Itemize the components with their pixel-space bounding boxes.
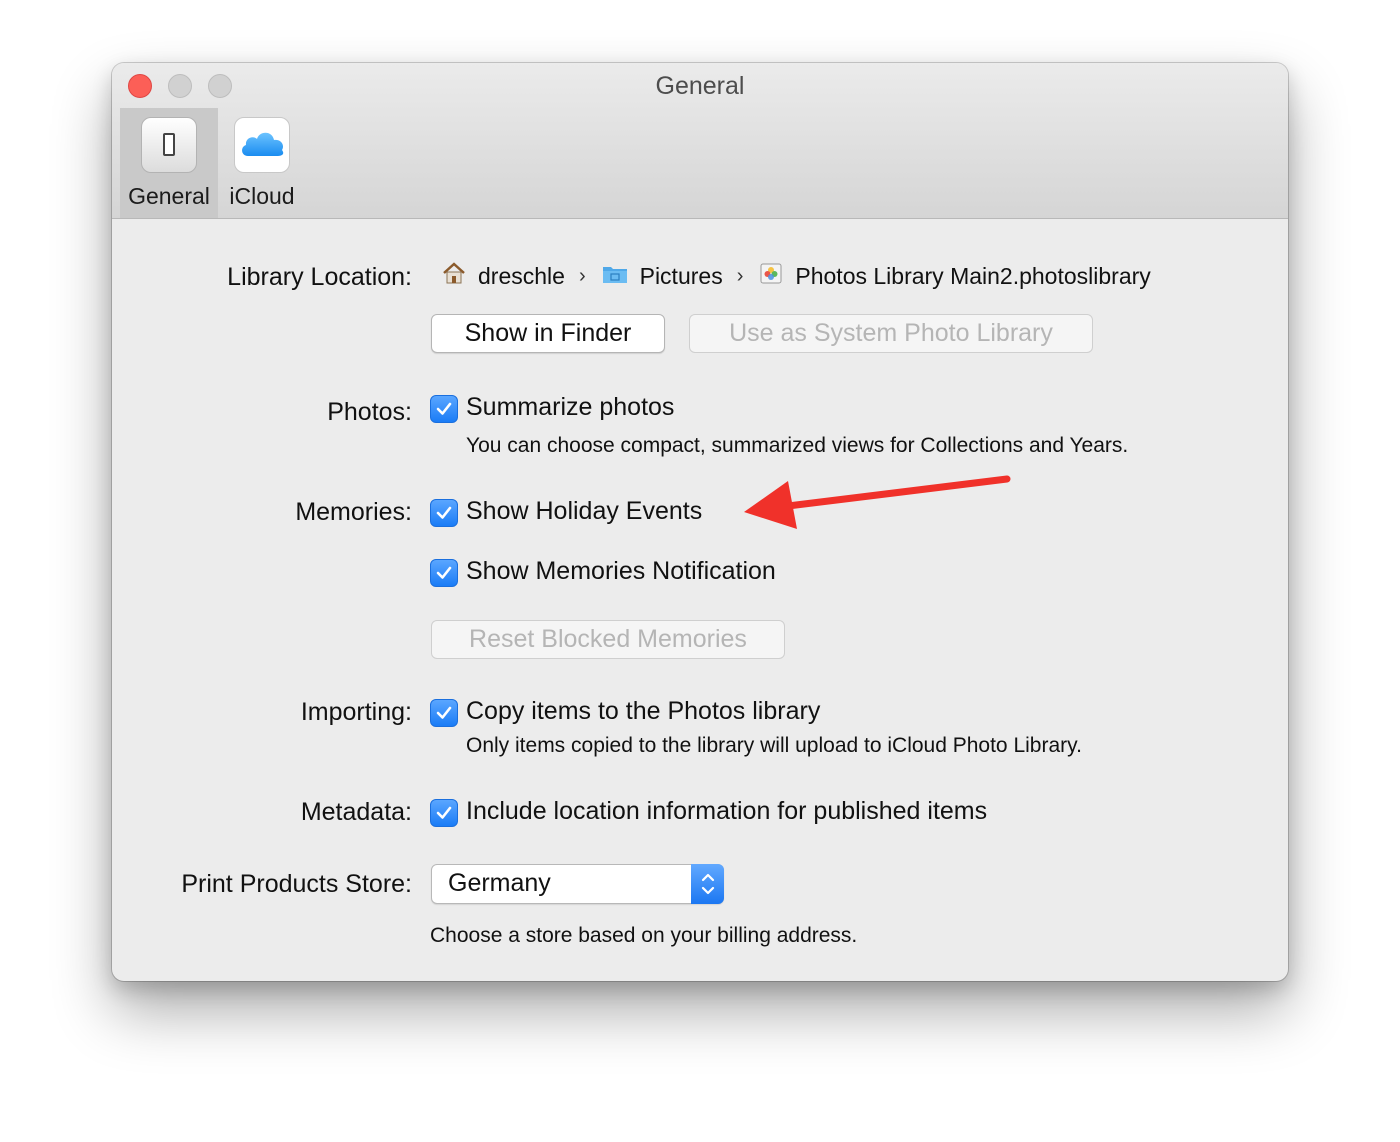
copy-items-checkbox[interactable] — [430, 699, 458, 727]
tab-icloud[interactable]: iCloud — [224, 108, 300, 218]
print-store-select[interactable]: Germany — [431, 864, 724, 904]
summarize-photos-description: You can choose compact, summarized views… — [466, 434, 1129, 457]
show-holiday-events-label: Show Holiday Events — [466, 497, 703, 525]
copy-items-description: Only items copied to the library will up… — [466, 734, 1082, 757]
path-item-home[interactable]: dreschle — [442, 262, 565, 290]
icloud-icon — [234, 117, 290, 173]
print-store-value: Germany — [448, 869, 551, 897]
include-location-checkbox[interactable] — [430, 799, 458, 827]
tab-general-label: General — [128, 183, 210, 209]
library-path: dreschle › Pictures › Photos Library Mai… — [442, 260, 1151, 292]
preferences-window: General General iCloud Library Location:… — [112, 63, 1288, 981]
print-store-description: Choose a store based on your billing add… — [430, 924, 858, 947]
home-icon — [442, 262, 466, 290]
chevron-right-icon: › — [736, 264, 744, 287]
show-memories-notification-checkbox[interactable] — [430, 559, 458, 587]
chevron-right-icon: › — [578, 264, 586, 287]
switch-icon — [141, 117, 197, 173]
chevron-up-down-icon — [691, 864, 724, 904]
show-memories-notification-label: Show Memories Notification — [466, 557, 776, 585]
copy-items-label: Copy items to the Photos library — [466, 697, 821, 725]
reset-blocked-memories-button[interactable]: Reset Blocked Memories — [431, 620, 785, 659]
window-title: General — [655, 72, 745, 100]
show-in-finder-button[interactable]: Show in Finder — [431, 314, 665, 353]
folder-icon — [602, 263, 628, 290]
toolbar: General General iCloud — [112, 63, 1288, 219]
use-as-system-library-button[interactable]: Use as System Photo Library — [689, 314, 1093, 353]
annotation-arrow-icon — [744, 475, 1011, 529]
path-library-label: Photos Library Main2.photoslibrary — [795, 262, 1151, 289]
summarize-photos-label: Summarize photos — [466, 393, 675, 421]
photos-label: Photos: — [327, 398, 412, 426]
memories-label: Memories: — [295, 498, 412, 526]
importing-label: Importing: — [300, 698, 412, 726]
photos-library-icon — [759, 261, 783, 291]
path-pictures-label: Pictures — [639, 262, 723, 289]
include-location-label: Include location information for publish… — [466, 797, 988, 825]
path-item-library[interactable]: Photos Library Main2.photoslibrary — [759, 261, 1151, 291]
tab-general[interactable]: General — [120, 108, 218, 218]
path-home-label: dreschle — [478, 262, 565, 289]
library-location-label: Library Location: — [227, 263, 412, 291]
tab-icloud-label: iCloud — [229, 183, 295, 209]
path-item-pictures[interactable]: Pictures — [602, 263, 723, 290]
show-holiday-events-checkbox[interactable] — [430, 499, 458, 527]
summarize-photos-checkbox[interactable] — [430, 395, 458, 423]
print-products-store-label: Print Products Store: — [181, 870, 412, 898]
metadata-label: Metadata: — [300, 798, 412, 826]
